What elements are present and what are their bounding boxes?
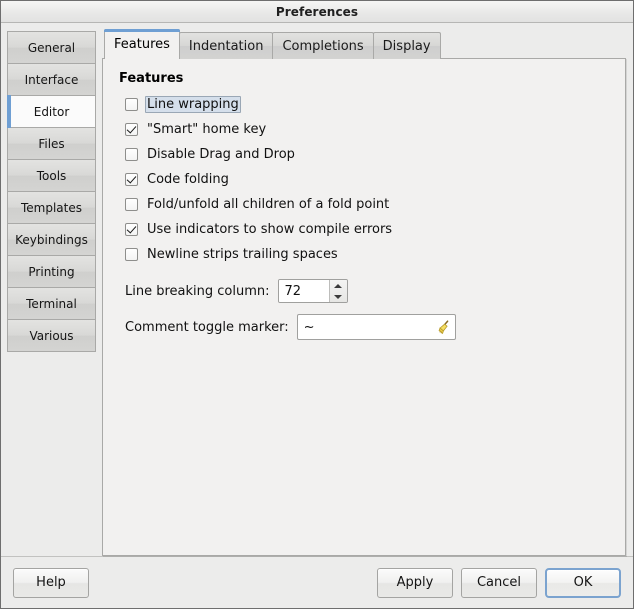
checkbox-row[interactable]: "Smart" home key [125, 117, 611, 142]
line-breaking-column-input[interactable]: 72 [278, 280, 329, 302]
broom-icon[interactable] [433, 319, 455, 335]
sidebar-item-files[interactable]: Files [7, 127, 96, 160]
stepper-down-icon[interactable] [330, 291, 347, 302]
checkbox-checked-icon[interactable] [125, 173, 138, 186]
dialog-body: General Interface Editor Files Tools Template… [1, 23, 633, 556]
sidebar-item-terminal[interactable]: Terminal [7, 287, 96, 320]
checkbox-row[interactable]: Use indicators to show compile errors [125, 217, 611, 242]
tab-label: Features [114, 37, 170, 52]
line-breaking-column-stepper[interactable]: 72 [277, 279, 348, 303]
stepper-up-icon[interactable] [330, 280, 347, 291]
sidebar-item-label: Interface [24, 72, 79, 87]
checkbox-row[interactable]: Fold/unfold all children of a fold point [125, 192, 611, 217]
checkbox-row[interactable]: Newline strips trailing spaces [125, 242, 611, 267]
checkbox-checked-icon[interactable] [125, 223, 138, 236]
sidebar-item-label: Keybindings [15, 232, 88, 247]
features-group-heading: Features [119, 71, 184, 86]
tab-label: Indentation [188, 38, 264, 54]
sidebar-item-interface[interactable]: Interface [7, 63, 96, 96]
sidebar-item-label: Terminal [26, 296, 77, 311]
comment-toggle-marker-row: Comment toggle marker: ~ [125, 314, 611, 340]
sidebar-item-label: Templates [20, 200, 82, 215]
checkbox-label: Line wrapping [145, 96, 241, 113]
checkbox-unchecked-icon[interactable] [125, 248, 138, 261]
checkbox-label: Use indicators to show compile errors [147, 222, 393, 237]
window-title: Preferences [275, 4, 359, 19]
checkbox-unchecked-icon[interactable] [125, 198, 138, 211]
line-breaking-column-row: Line breaking column: 72 [125, 279, 611, 303]
sidebar-item-general[interactable]: General [7, 31, 96, 64]
tab-panel-features: Features Line wrapping "Smart" home key Di… [102, 58, 626, 556]
checkbox-label: Fold/unfold all children of a fold point [147, 197, 390, 212]
checkbox-label: Disable Drag and Drop [147, 147, 295, 162]
tab-completions[interactable]: Completions [272, 32, 374, 59]
sidebar-item-label: Editor [33, 104, 70, 119]
comment-toggle-marker-field[interactable]: ~ [296, 314, 456, 340]
tab-label: Display [382, 38, 431, 54]
tab-indentation[interactable]: Indentation [178, 32, 274, 59]
sidebar-item-keybindings[interactable]: Keybindings [7, 223, 96, 256]
checkbox-label: "Smart" home key [147, 122, 267, 137]
sidebar: General Interface Editor Files Tools Template… [7, 29, 96, 556]
checkbox-label: Newline strips trailing spaces [147, 247, 338, 262]
comment-toggle-marker-label: Comment toggle marker: [125, 319, 289, 335]
checkbox-row[interactable]: Line wrapping [125, 92, 611, 117]
checkbox-checked-icon[interactable] [125, 123, 138, 136]
tab-display[interactable]: Display [372, 32, 441, 59]
stepper-buttons [328, 280, 347, 302]
sidebar-item-label: Various [29, 328, 74, 343]
sidebar-item-label: Files [38, 136, 65, 151]
checkbox-row[interactable]: Disable Drag and Drop [125, 142, 611, 167]
ok-button[interactable]: OK [545, 567, 621, 598]
dialog-footer: Help Apply Cancel OK [1, 556, 633, 608]
comment-toggle-marker-input[interactable]: ~ [298, 320, 433, 335]
features-checklist: Line wrapping "Smart" home key Disable Dra… [125, 92, 611, 267]
checkbox-row[interactable]: Code folding [125, 167, 611, 192]
checkbox-unchecked-icon[interactable] [125, 98, 138, 111]
checkbox-unchecked-icon[interactable] [125, 148, 138, 161]
line-breaking-column-label: Line breaking column: [125, 283, 270, 299]
settings-notebook: Features Indentation Completions Display Fe… [102, 29, 626, 556]
apply-button[interactable]: Apply [377, 567, 453, 598]
sidebar-item-tools[interactable]: Tools [7, 159, 96, 192]
preferences-window: Preferences General Interface Editor Files T… [0, 0, 634, 609]
sidebar-item-templates[interactable]: Templates [7, 191, 96, 224]
cancel-button[interactable]: Cancel [461, 567, 537, 598]
sidebar-item-printing[interactable]: Printing [7, 255, 96, 288]
sidebar-item-various[interactable]: Various [7, 319, 96, 352]
sidebar-item-label: Printing [28, 264, 75, 279]
window-titlebar: Preferences [1, 1, 633, 23]
tab-features[interactable]: Features [104, 29, 180, 59]
tab-strip: Features Indentation Completions Display [102, 29, 626, 59]
help-button[interactable]: Help [13, 567, 89, 598]
checkbox-label: Code folding [147, 172, 229, 187]
sidebar-item-label: Tools [36, 168, 67, 183]
tab-label: Completions [282, 38, 364, 54]
sidebar-item-editor[interactable]: Editor [7, 95, 96, 128]
sidebar-item-label: General [27, 40, 76, 55]
